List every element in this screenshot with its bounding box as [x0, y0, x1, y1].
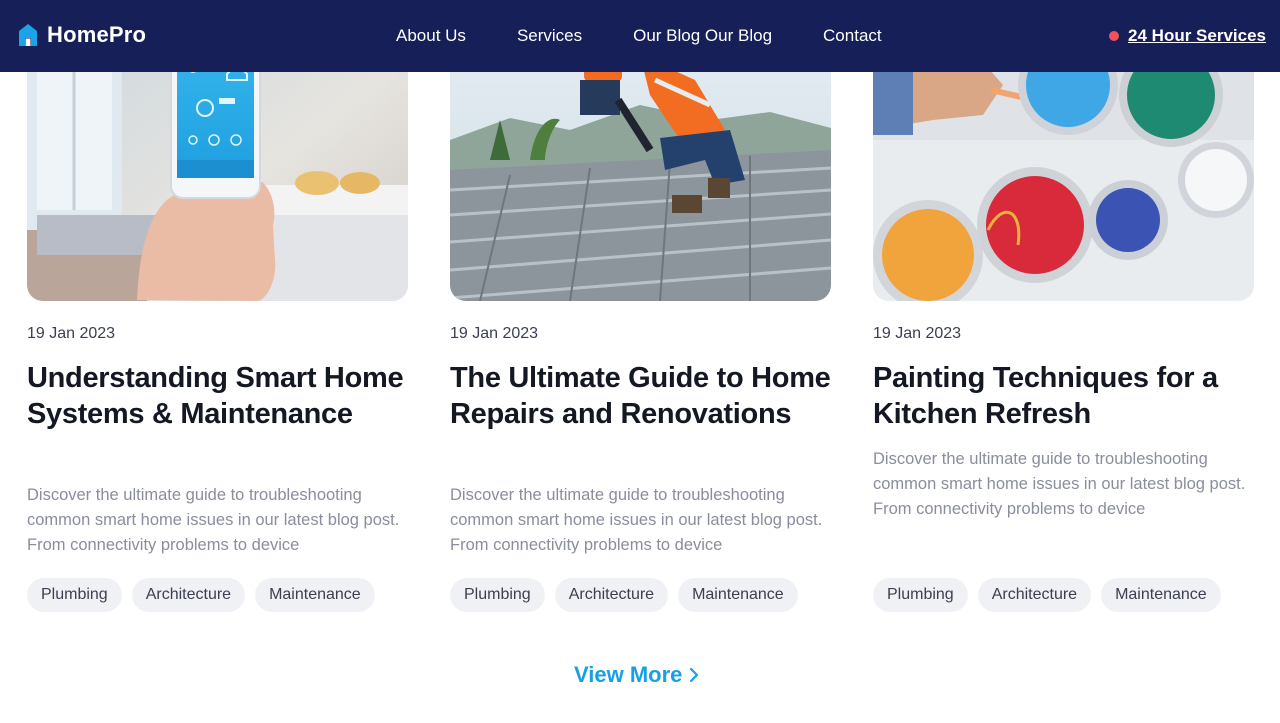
top-navbar: HomePro About Us Services Our Blog Our B…: [0, 0, 1280, 72]
post-excerpt: Discover the ultimate guide to troublesh…: [450, 486, 823, 554]
post-title[interactable]: Painting Techniques for a Kitchen Refres…: [873, 361, 1254, 432]
post-excerpt: Discover the ultimate guide to troublesh…: [27, 486, 400, 554]
post-tags: Plumbing Architecture Maintenance: [450, 578, 798, 612]
24-hour-services-link[interactable]: 24 Hour Services: [1109, 26, 1266, 46]
post-title[interactable]: Understanding Smart Home Systems & Maint…: [27, 361, 408, 432]
house-logo-icon: [19, 24, 37, 46]
nav-link-about-us[interactable]: About Us: [396, 26, 466, 46]
tag-architecture[interactable]: Architecture: [554, 578, 669, 612]
view-more-label: View More: [574, 662, 683, 687]
post-date: 19 Jan 2023: [873, 325, 962, 342]
brand-name: HomePro: [47, 22, 147, 47]
main-navigation: About Us Services Our Blog Our Blog Cont…: [396, 26, 882, 46]
post-title[interactable]: The Ultimate Guide to Home Repairs and R…: [450, 361, 831, 432]
tag-plumbing[interactable]: Plumbing: [27, 578, 122, 612]
nav-link-services[interactable]: Services: [517, 26, 582, 46]
tag-maintenance[interactable]: Maintenance: [678, 578, 798, 612]
nav-link-contact[interactable]: Contact: [823, 26, 882, 46]
tag-architecture[interactable]: Architecture: [131, 578, 246, 612]
tag-plumbing[interactable]: Plumbing: [450, 578, 545, 612]
post-date: 19 Jan 2023: [450, 325, 539, 342]
chevron-right-icon: [690, 667, 699, 683]
tag-maintenance[interactable]: Maintenance: [255, 578, 375, 612]
brand-logo-link[interactable]: HomePro: [18, 22, 146, 48]
tag-architecture[interactable]: Architecture: [977, 578, 1092, 612]
tag-maintenance[interactable]: Maintenance: [1101, 578, 1221, 612]
post-tags: Plumbing Architecture Maintenance: [873, 578, 1221, 612]
post-date: 19 Jan 2023: [27, 325, 116, 342]
blog-cards-grid: 19 Jan 2023 Understanding Smart Home Sys…: [27, 0, 1257, 620]
status-dot-icon: [1109, 31, 1120, 41]
post-tags: Plumbing Architecture Maintenance: [27, 578, 375, 612]
nav-link-our-blog[interactable]: Our Blog Our Blog: [633, 26, 772, 46]
view-more-link[interactable]: View More: [574, 662, 700, 688]
tag-plumbing[interactable]: Plumbing: [873, 578, 968, 612]
hours-label: 24 Hour Services: [1128, 26, 1266, 45]
post-excerpt: Discover the ultimate guide to troublesh…: [873, 450, 1246, 518]
